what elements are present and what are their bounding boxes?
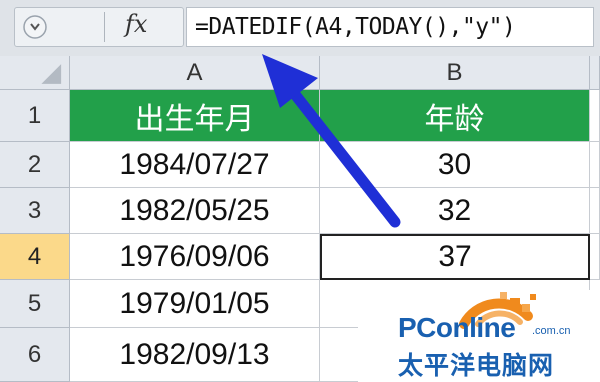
cell-c2[interactable] (590, 142, 600, 188)
insert-function-icon[interactable]: fx (125, 10, 165, 44)
cell-b2[interactable]: 30 (320, 142, 590, 188)
row-header-5[interactable]: 5 (0, 280, 70, 328)
watermark-chinese: 太平洋电脑网 (398, 351, 555, 380)
column-header-b[interactable]: B (320, 56, 590, 90)
row-header-2[interactable]: 2 (0, 142, 70, 188)
cell-c4[interactable] (590, 234, 600, 280)
row-header-6[interactable]: 6 (0, 328, 70, 382)
watermark-domain: .com.cn (532, 325, 571, 337)
column-header-a[interactable]: A (70, 56, 320, 90)
name-box-dropdown-icon[interactable] (21, 13, 49, 41)
cell-c1[interactable] (590, 90, 600, 142)
cell-b3[interactable]: 32 (320, 188, 590, 234)
cell-a1[interactable]: 出生年月 (70, 90, 320, 142)
row-header-1[interactable]: 1 (0, 90, 70, 142)
cell-b4-selected[interactable]: 37 (320, 234, 590, 280)
select-all-corner[interactable] (0, 56, 70, 90)
formula-bar: fx =DATEDIF(A4,TODAY(),"y") (0, 0, 600, 56)
select-all-triangle-icon (41, 63, 62, 84)
formula-bar-divider (104, 12, 105, 42)
column-header-c-partial[interactable] (590, 56, 600, 90)
cell-a5[interactable]: 1979/01/05 (70, 280, 320, 328)
cell-c3[interactable] (590, 188, 600, 234)
cell-b1[interactable]: 年龄 (320, 90, 590, 142)
cell-a2[interactable]: 1984/07/27 (70, 142, 320, 188)
cell-a4[interactable]: 1976/09/06 (70, 234, 320, 280)
cell-a3[interactable]: 1982/05/25 (70, 188, 320, 234)
row-header-4[interactable]: 4 (0, 234, 70, 280)
cell-a6[interactable]: 1982/09/13 (70, 328, 320, 382)
formula-input[interactable]: =DATEDIF(A4,TODAY(),"y") (186, 7, 594, 47)
row-header-3[interactable]: 3 (0, 188, 70, 234)
